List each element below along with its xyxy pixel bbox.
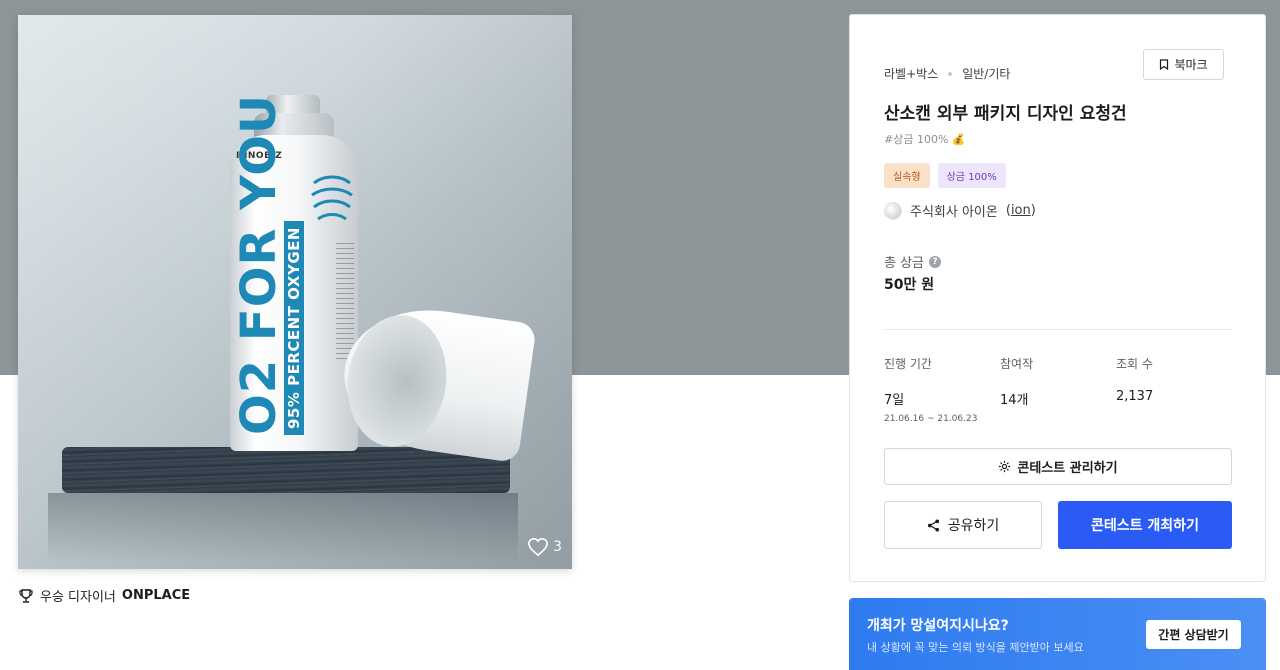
consult-banner: 개최가 망설여지시나요? 내 상황에 꼭 맞는 의뢰 방식을 제안받아 보세요 … [849,598,1266,670]
bookmark-icon [1160,59,1169,70]
total-prize-label: 총 상금 ? [884,252,942,271]
winner-name[interactable]: ONPLACE [122,588,190,603]
contest-product-image[interactable]: INNOBIZ O2 FOR YOU 95% PERCENT OXYGEN 3 [18,15,572,569]
share-icon [927,518,939,532]
stat-period-range: 21.06.16 ~ 21.06.23 [884,414,978,424]
can-label-big: O2 FOR YOU [231,93,287,435]
manage-contest-label: 콘테스트 관리하기 [1017,461,1118,476]
can-wave-logo [311,175,353,221]
contest-badges: 실속형 상금 100% [884,163,1006,188]
shelf-shadow [48,493,518,563]
quick-consult-button[interactable]: 간편 상담받기 [1146,620,1241,649]
stat-views-label: 조회 수 [1116,357,1153,371]
winner-prefix: 우승 디자이너 [40,590,116,605]
total-prize-value: 50만 원 [884,277,935,293]
category-breadcrumb: 라벨+박스 일반/기타 [884,65,1010,82]
can-label: O2 FOR YOU 95% PERCENT OXYGEN [231,93,304,435]
card-divider [884,329,1232,330]
share-label: 공유하기 [947,518,1000,534]
badge-value-type: 실속형 [884,163,930,188]
consult-subtext: 내 상황에 꼭 맞는 의뢰 방식을 제안받아 보세요 [867,641,1084,654]
badge-prize-guarantee: 상금 100% [937,163,1006,188]
stat-period-label: 진행 기간 [884,357,932,371]
share-button[interactable]: 공유하기 [884,501,1042,549]
stat-entries-value: 14개 [1000,393,1029,408]
heart-icon [528,537,548,557]
like-count: 3 [553,539,562,555]
consult-question: 개최가 망설여지시나요? [867,618,1009,634]
winner-designer: 우승 디자이너 ONPLACE [18,586,190,605]
can-label-small: 95% PERCENT OXYGEN [284,221,304,435]
stat-views: 조회 수 2,137 [1116,355,1153,404]
contest-title: 산소캔 외부 패키지 디자인 요청건 [884,104,1127,124]
can-ingredient-text [336,243,354,363]
category-main[interactable]: 라벨+박스 [884,65,938,82]
bookmark-label: 북마크 [1174,58,1208,72]
contest-hashtag[interactable]: #상금 100% 💰 [884,131,966,147]
bookmark-button[interactable]: 북마크 [1143,49,1224,80]
gear-icon [999,460,1011,473]
like-button[interactable]: 3 [527,537,562,557]
contest-host[interactable]: 주식회사 아이온 (ion) [884,201,1036,220]
host-handle[interactable]: ion [1011,203,1031,218]
trophy-icon [19,588,33,603]
open-contest-button[interactable]: 콘테스트 개최하기 [1058,501,1232,549]
help-icon[interactable]: ? [929,255,942,268]
stat-entries-label: 참여작 [1000,357,1034,371]
stat-views-value: 2,137 [1116,389,1154,404]
manage-contest-button[interactable]: 콘테스트 관리하기 [884,448,1232,485]
contest-info-card: 라벨+박스 일반/기타 북마크 산소캔 외부 패키지 디자인 요청건 #상금 1… [849,14,1266,582]
stat-entries: 참여작 14개 [1000,355,1033,408]
stat-period-value: 7일 [884,393,905,408]
host-avatar [884,201,902,220]
stat-period: 진행 기간 7일 21.06.16 ~ 21.06.23 [884,355,977,424]
wooden-shelf [62,447,510,493]
total-prize-label-text: 총 상금 [884,256,925,271]
category-sub[interactable]: 일반/기타 [962,65,1010,82]
category-separator [948,71,953,76]
host-name: 주식회사 아이온 [910,205,998,220]
